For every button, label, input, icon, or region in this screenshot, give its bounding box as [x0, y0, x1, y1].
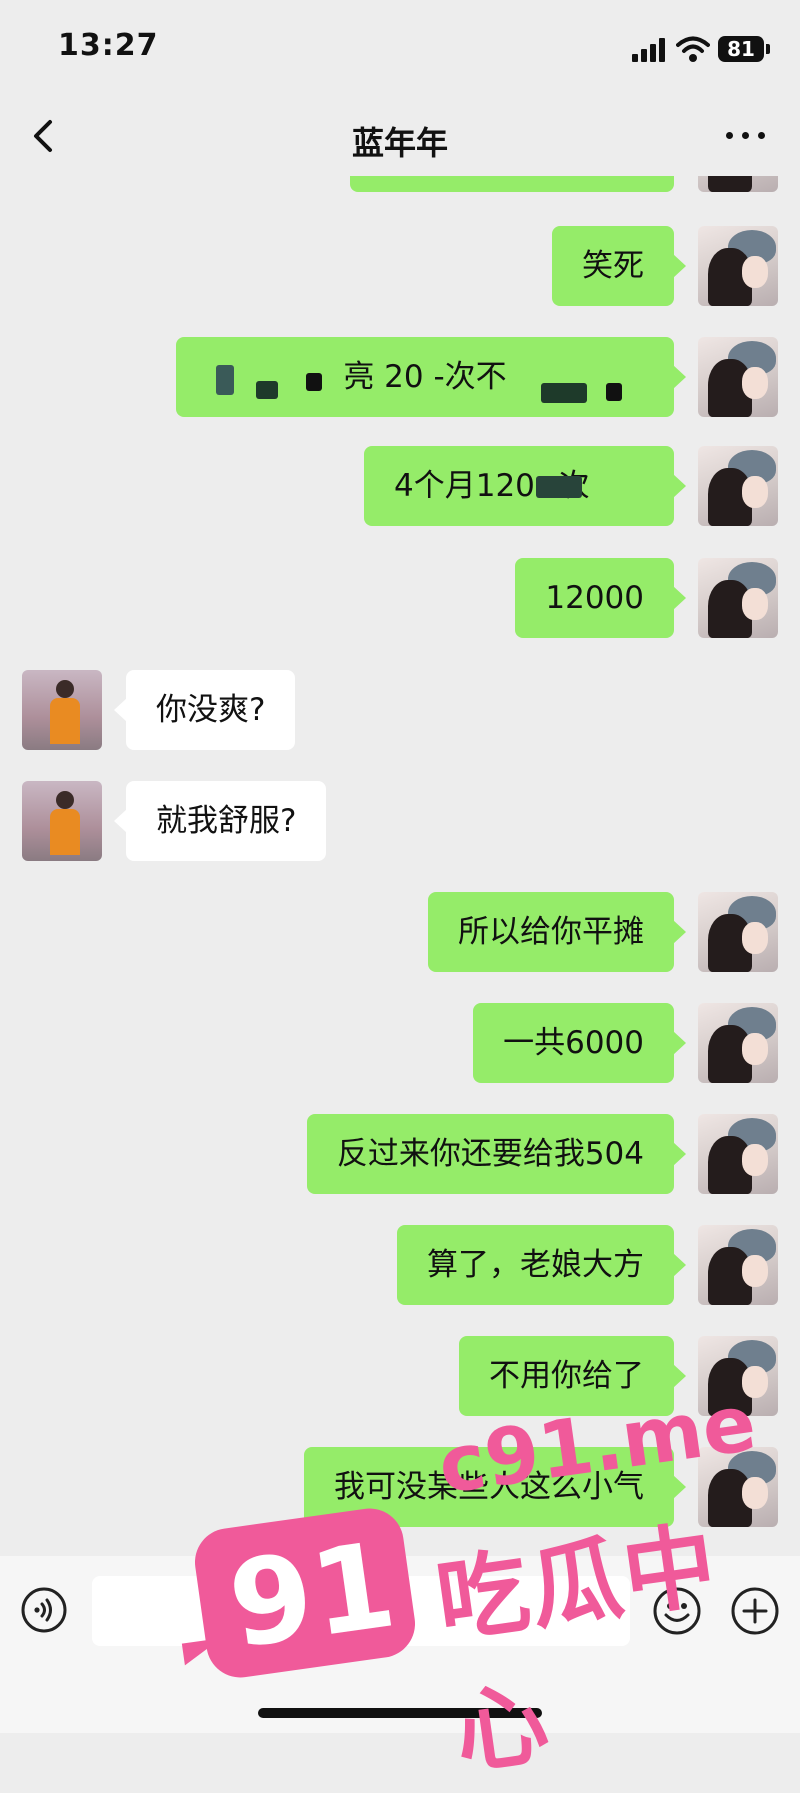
message-row: 算了，老娘大方 [0, 1225, 800, 1305]
wifi-icon [676, 36, 710, 62]
avatar[interactable] [698, 1336, 778, 1416]
message-bubble[interactable]: 4个月120 次 [364, 446, 686, 526]
message-bubble[interactable]: 一共6000 [473, 1003, 686, 1083]
redaction-mark [216, 365, 234, 395]
redaction-mark [306, 373, 322, 391]
message-bubble[interactable]: 反过来你还要给我504 [306, 1114, 687, 1194]
message-bubble[interactable]: 我可没某些人这么小气 [304, 1447, 686, 1527]
message-row: 我可没某些人这么小气 [0, 1447, 800, 1527]
message-row: 亮 20 -次不 [0, 337, 800, 417]
avatar[interactable] [698, 892, 778, 972]
message-bubble[interactable]: 所以给你平摊 [428, 892, 686, 972]
input-bar [0, 1556, 800, 1733]
message-bubble-partial [350, 176, 674, 192]
redaction-mark [256, 381, 278, 399]
redaction-mark [541, 383, 587, 403]
avatar[interactable] [698, 558, 778, 638]
voice-input-icon[interactable] [20, 1586, 68, 1634]
message-bubble[interactable]: 你没爽? [113, 670, 296, 750]
more-options-button[interactable] [724, 120, 768, 150]
message-row: 你没爽? [0, 670, 800, 750]
message-row: 12000 [0, 558, 800, 638]
message-bubble[interactable]: 笑死 [552, 226, 686, 306]
avatar[interactable] [698, 337, 778, 417]
message-row: 一共6000 [0, 1003, 800, 1083]
message-row: 4个月120 次 [0, 446, 800, 526]
emoji-icon[interactable] [652, 1586, 702, 1636]
avatar[interactable] [698, 1114, 778, 1194]
avatar[interactable] [698, 1447, 778, 1527]
redaction-mark [606, 383, 622, 401]
avatar[interactable] [698, 176, 778, 192]
message-bubble[interactable]: 就我舒服? [113, 781, 327, 861]
status-time: 13:27 [58, 28, 159, 63]
battery-indicator: 81 [718, 36, 770, 62]
message-list[interactable]: 笑死 亮 20 -次不 4个月120 次 12000 你没爽? 就我舒服? 所以… [0, 176, 800, 1556]
avatar[interactable] [22, 670, 102, 750]
avatar[interactable] [698, 1003, 778, 1083]
message-bubble[interactable]: 12000 [515, 558, 686, 638]
avatar[interactable] [698, 446, 778, 526]
plus-icon[interactable] [730, 1586, 780, 1636]
signal-icon [632, 38, 666, 62]
message-bubble[interactable]: 亮 20 -次不 [176, 337, 686, 417]
message-row: 就我舒服? [0, 781, 800, 861]
chat-title: 蓝年年 [351, 124, 448, 162]
message-bubble[interactable]: 不用你给了 [459, 1336, 686, 1416]
message-row: 不用你给了 [0, 1336, 800, 1416]
redaction-mark [536, 476, 582, 498]
message-row: 笑死 [0, 226, 800, 306]
avatar[interactable] [698, 1225, 778, 1305]
message-bubble[interactable]: 算了，老娘大方 [397, 1225, 686, 1305]
chat-header: 蓝年年 [0, 100, 800, 176]
status-bar: 13:27 81 [0, 0, 800, 100]
message-row-partial [0, 176, 800, 220]
home-indicator [258, 1708, 542, 1718]
avatar[interactable] [22, 781, 102, 861]
avatar[interactable] [698, 226, 778, 306]
message-row: 反过来你还要给我504 [0, 1114, 800, 1194]
message-row: 所以给你平摊 [0, 892, 800, 972]
message-input[interactable] [92, 1576, 630, 1646]
